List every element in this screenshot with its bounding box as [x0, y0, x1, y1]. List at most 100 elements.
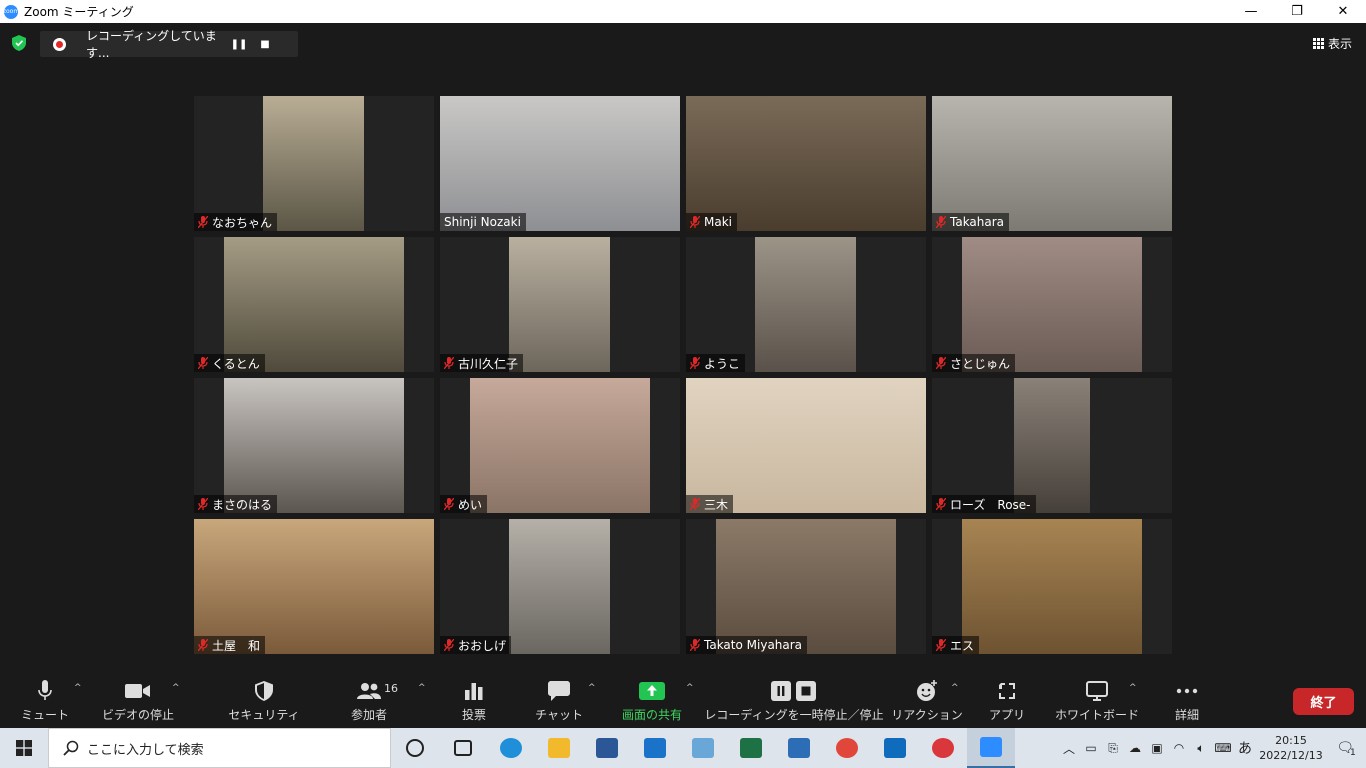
taskbar-app-outlook[interactable] — [871, 728, 919, 768]
participant-tile[interactable]: 土屋 和 — [194, 519, 434, 654]
volume-icon[interactable]: 🔈︎ — [1190, 741, 1212, 756]
taskbar-clock[interactable]: 20:15 2022/12/13 — [1256, 733, 1326, 763]
taskbar-app-word[interactable] — [583, 728, 631, 768]
close-button[interactable]: ✕ — [1320, 0, 1366, 23]
taskbar-search-box[interactable]: ここに入力して検索 — [48, 728, 391, 768]
keyboard-icon[interactable]: ⌨ — [1212, 741, 1234, 755]
recording-status: レコーディングしています... — [86, 29, 217, 60]
reactions-button[interactable]: リアクション — [891, 679, 963, 725]
participant-tile[interactable]: Takahara — [932, 96, 1172, 231]
widgets-icon — [454, 740, 472, 756]
apps-button[interactable]: アプリ — [989, 679, 1026, 725]
participant-video — [686, 96, 926, 231]
battery-icon[interactable]: ▭ — [1080, 741, 1102, 755]
participant-video — [755, 237, 856, 372]
participant-tile[interactable]: ローズ Rose- — [932, 378, 1172, 513]
participant-tile[interactable]: なおちゃん — [194, 96, 434, 231]
taskbar-app-onedrive-app[interactable] — [679, 728, 727, 768]
chat-options-caret[interactable]: ^ — [588, 683, 596, 693]
taskbar-app-store[interactable] — [775, 728, 823, 768]
participant-name-tag: Takato Miyahara — [686, 636, 808, 654]
participant-tile[interactable]: Maki — [686, 96, 926, 231]
taskbar-app-widgets[interactable] — [439, 728, 487, 768]
zoom-icon — [980, 737, 1002, 757]
search-placeholder: ここに入力して検索 — [87, 742, 204, 758]
windows-taskbar: ここに入力して検索 ︿ ▭ ⎘ ☁ ▣ ◠ 🔈︎ ⌨ あ 20:15 2022/… — [0, 728, 1366, 768]
polls-button[interactable]: 投票 — [457, 679, 491, 725]
usb-icon[interactable]: ⎘ — [1102, 741, 1124, 756]
participant-video — [224, 378, 404, 513]
mute-button[interactable]: ミュート — [21, 679, 69, 725]
participant-name: まさのはる — [212, 497, 273, 512]
show-hidden-icons-icon[interactable]: ︿ — [1058, 740, 1080, 757]
display-icon[interactable]: ▣ — [1146, 741, 1168, 755]
clock-date: 2022/12/13 — [1259, 749, 1323, 762]
mute-options-caret[interactable]: ^ — [74, 683, 82, 693]
apps-label: アプリ — [989, 708, 1026, 722]
polls-bar-chart-icon — [465, 679, 483, 703]
view-button[interactable]: 表示 — [1312, 35, 1352, 52]
taskbar-app-task-view[interactable] — [391, 728, 439, 768]
stop-video-button[interactable]: ビデオの停止 — [100, 679, 176, 725]
taskbar-app-file-explorer[interactable] — [535, 728, 583, 768]
zoom-app-icon: zoom — [3, 4, 19, 19]
video-options-caret[interactable]: ^ — [172, 683, 180, 693]
wifi-icon[interactable]: ◠ — [1168, 741, 1190, 755]
recording-controls-label: レコーディングを一時停止／停止 — [704, 708, 884, 722]
onedrive-cloud-icon[interactable]: ☁ — [1124, 741, 1146, 755]
share-options-caret[interactable]: ^ — [686, 683, 694, 693]
participant-name-tag: ようこ — [686, 354, 746, 372]
ime-indicator[interactable]: あ — [1234, 738, 1256, 758]
participant-tile[interactable]: 三木 — [686, 378, 926, 513]
share-screen-button[interactable]: 画面の共有 — [619, 679, 685, 725]
reactions-options-caret[interactable]: ^ — [951, 683, 959, 693]
more-button[interactable]: 詳細 — [1170, 679, 1204, 725]
participant-name-tag: さとじゅん — [932, 354, 1016, 372]
muted-mic-icon — [690, 357, 700, 369]
taskbar-app-edge[interactable] — [487, 728, 535, 768]
start-button[interactable] — [0, 728, 48, 768]
notification-center-button[interactable]: 🗨︎ 1 — [1326, 728, 1366, 768]
taskbar-app-chrome[interactable] — [823, 728, 871, 768]
participant-tile[interactable]: おおしげ — [440, 519, 680, 654]
pinned-apps — [391, 728, 1015, 768]
participant-tile[interactable]: Takato Miyahara — [686, 519, 926, 654]
taskbar-app-zoom[interactable] — [967, 728, 1015, 768]
muted-mic-icon — [936, 357, 946, 369]
muted-mic-icon — [936, 216, 946, 228]
whiteboard-options-caret[interactable]: ^ — [1129, 683, 1137, 693]
task-view-icon — [406, 739, 424, 757]
participant-tile[interactable]: さとじゅん — [932, 237, 1172, 372]
encryption-shield-icon[interactable] — [12, 35, 26, 51]
security-button[interactable]: セキュリティ — [228, 679, 300, 725]
chat-button[interactable]: チャット — [535, 679, 583, 725]
participant-tile[interactable]: くるとん — [194, 237, 434, 372]
more-label: 詳細 — [1174, 708, 1199, 722]
participant-tile[interactable]: ようこ — [686, 237, 926, 372]
participant-name: エス — [950, 638, 975, 653]
taskbar-app-davinci[interactable] — [919, 728, 967, 768]
participant-name: Takahara — [950, 215, 1005, 229]
minimize-button[interactable]: — — [1228, 0, 1274, 23]
participant-tile[interactable]: 古川久仁子 — [440, 237, 680, 372]
pause-stop-recording-icon — [770, 679, 818, 703]
participants-options-caret[interactable]: ^ — [418, 683, 426, 693]
share-screen-icon — [639, 679, 665, 703]
recording-controls-button[interactable]: レコーディングを一時停止／停止 — [704, 679, 884, 725]
participant-name: おおしげ — [458, 638, 507, 653]
participant-video — [962, 519, 1142, 654]
participant-name-tag: くるとん — [194, 354, 265, 372]
participant-tile[interactable]: Shinji Nozaki — [440, 96, 680, 231]
taskbar-app-excel[interactable] — [727, 728, 775, 768]
pause-recording-button[interactable]: ❚❚ — [226, 31, 252, 57]
participant-video — [194, 519, 434, 654]
participant-tile[interactable]: エス — [932, 519, 1172, 654]
end-meeting-button[interactable]: 終了 — [1293, 688, 1354, 715]
participant-name: Maki — [704, 215, 732, 229]
restore-button[interactable]: ❐ — [1274, 0, 1320, 23]
stop-recording-button[interactable]: ■ — [252, 31, 278, 57]
participant-tile[interactable]: まさのはる — [194, 378, 434, 513]
participant-tile[interactable]: めい — [440, 378, 680, 513]
whiteboard-button[interactable]: ホワイトボード — [1055, 679, 1139, 725]
taskbar-app-mail[interactable] — [631, 728, 679, 768]
